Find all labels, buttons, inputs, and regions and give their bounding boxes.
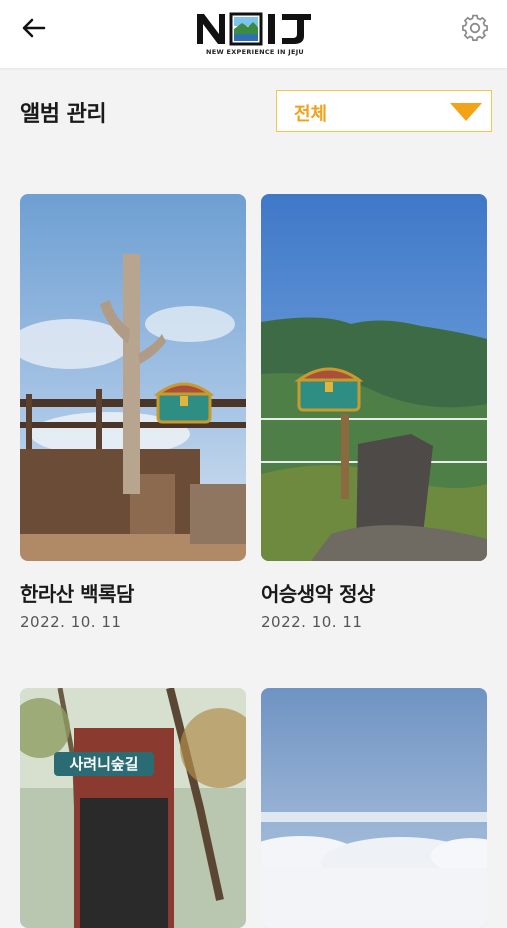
album-photo-hallasan xyxy=(20,194,246,561)
logo-tagline: NEW EXPERIENCE IN JEJU xyxy=(205,48,305,56)
logo-wordmark xyxy=(197,12,311,46)
settings-button[interactable] xyxy=(459,12,491,44)
caret-down-icon xyxy=(450,103,482,121)
album-date: 2022. 10. 11 xyxy=(261,613,363,631)
app-logo: NEW EXPERIENCE IN JEJU xyxy=(193,10,317,62)
album-photo-cloud-sea xyxy=(261,688,487,928)
page-title: 앨범 관리 xyxy=(20,102,107,127)
arrow-left-icon xyxy=(22,18,46,38)
album-card-eoseungsaengak[interactable]: 어승생악 정상 2022. 10. 11 xyxy=(261,194,487,644)
album-title: 한라산 백록담 xyxy=(20,582,134,606)
album-title: 어승생악 정상 xyxy=(261,582,375,606)
filter-selected-value: 전체 xyxy=(294,104,328,125)
album-card-saryeoni[interactable]: 사려니숲길 xyxy=(20,688,246,928)
gear-icon xyxy=(462,14,488,41)
trail-sign-text: 사려니숲길 xyxy=(69,755,138,773)
album-date: 2022. 10. 11 xyxy=(20,613,122,631)
album-photo-saryeoni: 사려니숲길 xyxy=(20,688,246,928)
album-card-cloud-sea[interactable] xyxy=(261,688,487,928)
album-filter-dropdown[interactable]: 전체 xyxy=(276,90,492,132)
album-photo-eoseungsaengak xyxy=(261,194,487,561)
back-button[interactable] xyxy=(14,12,54,44)
top-app-bar: NEW EXPERIENCE IN JEJU xyxy=(0,0,507,68)
album-card-hallasan[interactable]: 한라산 백록담 2022. 10. 11 xyxy=(20,194,246,644)
